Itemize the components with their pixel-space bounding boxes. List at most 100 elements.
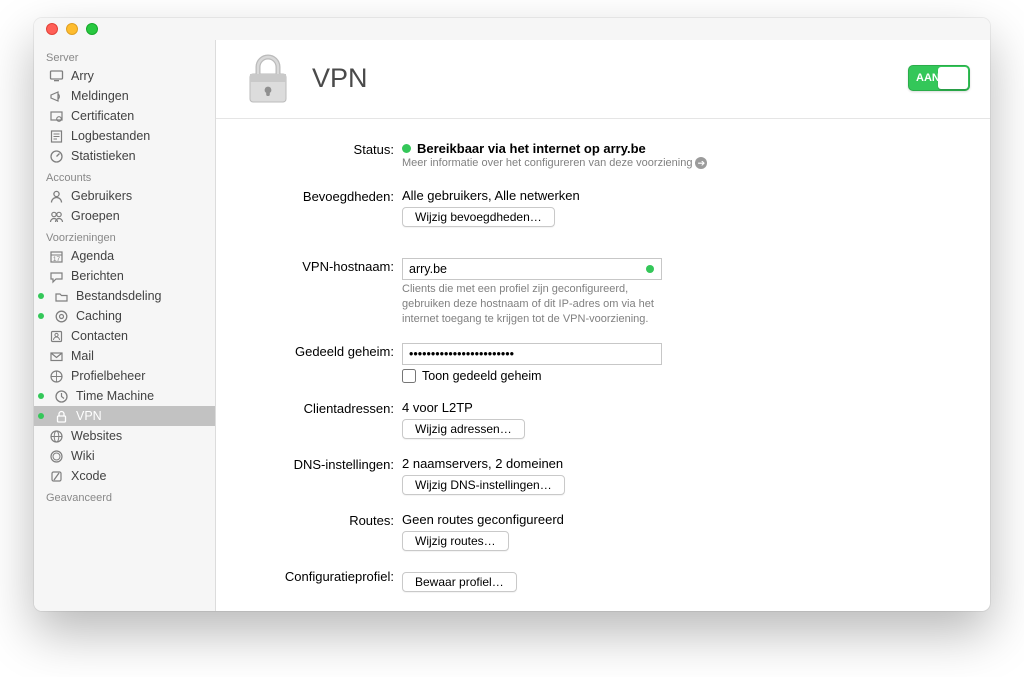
edit-routes-button[interactable]: Wijzig routes… bbox=[402, 531, 509, 551]
sidebar-item-websites[interactable]: Websites bbox=[34, 426, 215, 446]
sidebar-item-label: Agenda bbox=[71, 249, 205, 263]
status-dot-icon bbox=[38, 293, 44, 299]
sidebar-section-title: Server bbox=[34, 46, 215, 66]
sidebar-item-vpn[interactable]: VPN bbox=[34, 406, 215, 426]
sidebar-item-groepen[interactable]: Groepen bbox=[34, 206, 215, 226]
globe-icon bbox=[48, 428, 64, 444]
status-dot-icon bbox=[402, 144, 411, 153]
cache-icon bbox=[53, 308, 69, 324]
main-panel: VPN AAN Status: Bereikbaar via het inter… bbox=[216, 40, 990, 611]
sidebar-item-label: Contacten bbox=[71, 329, 205, 343]
routes-value: Geen routes geconfigureerd bbox=[402, 512, 742, 527]
sidebar-item-profielbeheer[interactable]: Profielbeheer bbox=[34, 366, 215, 386]
folder-icon bbox=[53, 288, 69, 304]
sidebar-item-xcode[interactable]: Xcode bbox=[34, 466, 215, 486]
show-secret-checkbox[interactable]: Toon gedeeld geheim bbox=[402, 369, 742, 383]
sidebar-section-title: Accounts bbox=[34, 166, 215, 186]
sidebar-item-label: VPN bbox=[76, 409, 205, 423]
lock-icon bbox=[53, 408, 69, 424]
hostname-input[interactable] bbox=[402, 258, 662, 280]
show-secret-box[interactable] bbox=[402, 369, 416, 383]
sidebar-item-label: Gebruikers bbox=[71, 189, 205, 203]
status-hint: Meer informatie over het configureren va… bbox=[402, 157, 692, 169]
page-title: VPN bbox=[312, 63, 908, 94]
sidebar-item-label: Xcode bbox=[71, 469, 205, 483]
mail-icon bbox=[48, 348, 64, 364]
permissions-label: Bevoegdheden: bbox=[216, 188, 402, 227]
sidebar-item-bestandsdeling[interactable]: Bestandsdeling bbox=[34, 286, 215, 306]
sidebar-item-label: Arry bbox=[71, 69, 205, 83]
calendar-icon: 17 bbox=[48, 248, 64, 264]
status-text: Bereikbaar via het internet op arry.be bbox=[417, 141, 646, 156]
lock-icon bbox=[242, 52, 294, 104]
clients-label: Clientadressen: bbox=[216, 400, 402, 439]
settings-form: Status: Bereikbaar via het internet op a… bbox=[216, 119, 990, 611]
server-app-window: Server Arry Meldingen Certificaten Logbestan… bbox=[34, 18, 990, 611]
close-window-button[interactable] bbox=[46, 23, 58, 35]
edit-addresses-button[interactable]: Wijzig adressen… bbox=[402, 419, 525, 439]
sidebar-item-wiki[interactable]: Wiki bbox=[34, 446, 215, 466]
service-toggle[interactable]: AAN bbox=[908, 65, 970, 91]
sidebar-item-label: Time Machine bbox=[76, 389, 205, 403]
sidebar-section-title: Voorzieningen bbox=[34, 226, 215, 246]
titlebar bbox=[34, 18, 990, 40]
user-icon bbox=[48, 188, 64, 204]
sidebar-item-statistieken[interactable]: Statistieken bbox=[34, 146, 215, 166]
sidebar-item-label: Mail bbox=[71, 349, 205, 363]
sidebar-section-title: Geavanceerd bbox=[34, 486, 215, 506]
tm-icon bbox=[53, 388, 69, 404]
chat-icon bbox=[48, 268, 64, 284]
sidebar-item-label: Logbestanden bbox=[71, 129, 205, 143]
sidebar-item-agenda[interactable]: 17 Agenda bbox=[34, 246, 215, 266]
dns-label: DNS-instellingen: bbox=[216, 456, 402, 495]
contacts-icon bbox=[48, 328, 64, 344]
sidebar-item-time-machine[interactable]: Time Machine bbox=[34, 386, 215, 406]
status-label: Status: bbox=[216, 141, 402, 171]
status-dot-icon bbox=[38, 413, 44, 419]
hostname-status-dot-icon bbox=[646, 265, 654, 273]
sidebar-item-label: Certificaten bbox=[71, 109, 205, 123]
save-profile-button[interactable]: Bewaar profiel… bbox=[402, 572, 517, 592]
sidebar-item-berichten[interactable]: Berichten bbox=[34, 266, 215, 286]
edit-permissions-button[interactable]: Wijzig bevoegdheden… bbox=[402, 207, 555, 227]
sidebar-item-label: Caching bbox=[76, 309, 205, 323]
secret-label: Gedeeld geheim: bbox=[216, 343, 402, 383]
hostname-hint: Clients die met een profiel zijn geconfi… bbox=[402, 282, 662, 327]
sidebar-item-arry[interactable]: Arry bbox=[34, 66, 215, 86]
sidebar-item-certificaten[interactable]: Certificaten bbox=[34, 106, 215, 126]
group-icon bbox=[48, 208, 64, 224]
sidebar: Server Arry Meldingen Certificaten Logbestan… bbox=[34, 40, 216, 611]
sidebar-item-label: Profielbeheer bbox=[71, 369, 205, 383]
help-icon[interactable]: ➔ bbox=[695, 157, 707, 169]
profile-icon bbox=[48, 368, 64, 384]
zoom-window-button[interactable] bbox=[86, 23, 98, 35]
sidebar-item-contacten[interactable]: Contacten bbox=[34, 326, 215, 346]
megaphone-icon bbox=[48, 88, 64, 104]
monitor-icon bbox=[48, 68, 64, 84]
sidebar-item-label: Wiki bbox=[71, 449, 205, 463]
shared-secret-input[interactable] bbox=[402, 343, 662, 365]
sidebar-item-caching[interactable]: Caching bbox=[34, 306, 215, 326]
sidebar-item-meldingen[interactable]: Meldingen bbox=[34, 86, 215, 106]
toggle-label: AAN bbox=[916, 72, 940, 84]
sidebar-item-label: Websites bbox=[71, 429, 205, 443]
service-header: VPN AAN bbox=[216, 40, 990, 119]
dns-value: 2 naamservers, 2 domeinen bbox=[402, 456, 742, 471]
sidebar-item-label: Statistieken bbox=[71, 149, 205, 163]
sidebar-item-label: Meldingen bbox=[71, 89, 205, 103]
toggle-knob bbox=[938, 67, 968, 89]
minimize-window-button[interactable] bbox=[66, 23, 78, 35]
permissions-value: Alle gebruikers, Alle netwerken bbox=[402, 188, 742, 203]
gauge-icon bbox=[48, 148, 64, 164]
sidebar-item-label: Bestandsdeling bbox=[76, 289, 205, 303]
sidebar-item-label: Berichten bbox=[71, 269, 205, 283]
edit-dns-button[interactable]: Wijzig DNS-instellingen… bbox=[402, 475, 565, 495]
sidebar-item-gebruikers[interactable]: Gebruikers bbox=[34, 186, 215, 206]
sidebar-item-mail[interactable]: Mail bbox=[34, 346, 215, 366]
show-secret-label: Toon gedeeld geheim bbox=[422, 369, 542, 383]
sidebar-item-label: Groepen bbox=[71, 209, 205, 223]
wiki-icon bbox=[48, 448, 64, 464]
sidebar-item-logbestanden[interactable]: Logbestanden bbox=[34, 126, 215, 146]
status-dot-icon bbox=[38, 313, 44, 319]
routes-label: Routes: bbox=[216, 512, 402, 551]
